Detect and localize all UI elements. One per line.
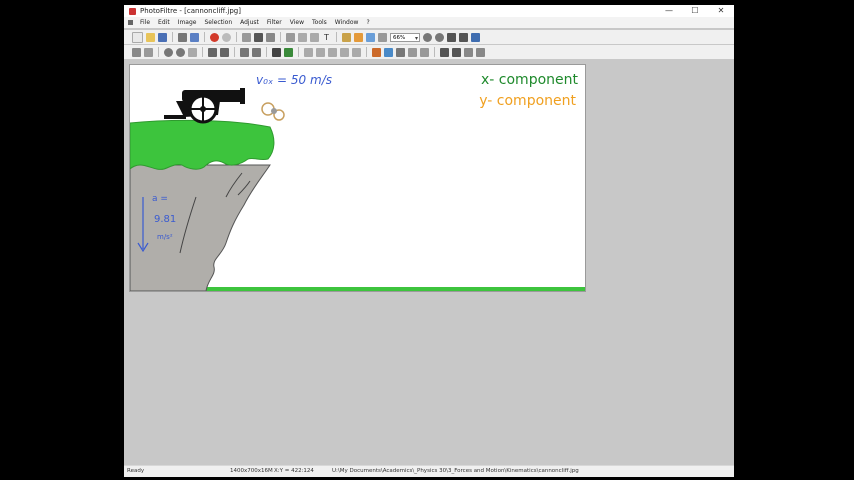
pipette-icon[interactable] [208, 47, 217, 57]
histogram-icon[interactable] [396, 47, 405, 57]
cut-icon[interactable] [242, 32, 251, 42]
main-toolbar: T 66% [124, 30, 734, 44]
batch-icon[interactable] [366, 32, 375, 42]
menu-window[interactable]: Window [331, 17, 363, 28]
velocity-label: v₀ₓ = 50 m/s [256, 73, 332, 87]
legend-x-component: x- component [481, 72, 578, 88]
workspace: v₀ₓ = 50 m/s x- component y- component a… [124, 60, 734, 465]
status-bar: Ready 1400x700x16M X:Y = 422:124 U:\My D… [124, 465, 734, 477]
minimize-button[interactable]: — [656, 5, 682, 17]
menu-image[interactable]: Image [174, 17, 201, 28]
status-image-size: 1400x700x16M [230, 468, 273, 474]
magnify-2-icon[interactable] [176, 47, 185, 57]
filter-icon[interactable] [342, 32, 351, 42]
menu-help[interactable]: ? [362, 17, 373, 28]
menu-filter[interactable]: Filter [263, 17, 286, 28]
cliff-rock [130, 164, 271, 291]
palette-icon[interactable] [420, 47, 429, 57]
copy-icon[interactable] [254, 32, 263, 42]
image-toolbar [124, 45, 734, 59]
gamma-icon[interactable] [340, 47, 349, 57]
grass-top [130, 119, 275, 170]
status-file-path: U:\My Documents\Academics\_Physics 30\3_… [332, 468, 579, 474]
magnify-icon[interactable] [164, 47, 173, 57]
menu-bar: File Edit Image Selection Adjust Filter … [124, 17, 734, 28]
document-menu-icon[interactable] [124, 17, 136, 28]
color-icon[interactable] [372, 47, 381, 57]
status-ready: Ready [127, 468, 145, 474]
title-bar: PhotoFiltre - [cannoncliff.jpg] — ☐ ✕ [124, 5, 734, 17]
greyscale-icon[interactable] [384, 47, 393, 57]
accel-unit: m/s² [157, 233, 173, 241]
export-icon[interactable] [464, 47, 473, 57]
photofiltre-window: PhotoFiltre - [cannoncliff.jpg] — ☐ ✕ Fi… [124, 5, 734, 477]
redo-icon[interactable] [222, 32, 231, 42]
ground-line [205, 287, 585, 291]
accel-value: 9.81 [154, 214, 176, 225]
mask-icon[interactable] [284, 47, 293, 57]
paste-icon[interactable] [266, 32, 275, 42]
grid-icon[interactable] [144, 47, 153, 57]
menu-selection[interactable]: Selection [200, 17, 236, 28]
menu-edit[interactable]: Edit [154, 17, 174, 28]
flip-icon[interactable] [272, 47, 281, 57]
fit-window-icon[interactable] [447, 32, 456, 42]
rotate-left-icon[interactable] [240, 47, 249, 57]
close-button[interactable]: ✕ [708, 5, 734, 17]
sharpen-icon[interactable] [352, 47, 361, 57]
canvas-size-icon[interactable] [310, 32, 319, 42]
cannon [164, 88, 245, 124]
status-cursor-coords: X:Y = 422:124 [274, 468, 314, 474]
text-tool-icon[interactable]: T [322, 33, 331, 42]
zoom-in-icon[interactable] [423, 32, 432, 42]
settings-icon[interactable] [476, 47, 485, 57]
maximize-button[interactable]: ☐ [682, 5, 708, 17]
scan-icon[interactable] [190, 32, 199, 42]
menu-file[interactable]: File [136, 17, 154, 28]
save-icon[interactable] [158, 32, 167, 42]
menu-tools[interactable]: Tools [308, 17, 331, 28]
layers-icon[interactable] [408, 47, 417, 57]
distribute-icon[interactable] [452, 47, 461, 57]
brightness-icon[interactable] [304, 47, 313, 57]
print-icon[interactable] [178, 32, 187, 42]
zoom-select[interactable]: 66% [390, 32, 420, 43]
effects-icon[interactable] [354, 32, 363, 42]
align-icon[interactable] [440, 47, 449, 57]
menu-adjust[interactable]: Adjust [236, 17, 263, 28]
legend-y-component: y- component [479, 93, 576, 109]
hand-icon[interactable] [188, 47, 197, 57]
full-screen-icon[interactable] [471, 32, 480, 42]
accel-symbol: a = [152, 194, 168, 204]
contrast-icon[interactable] [316, 47, 325, 57]
image-size-icon[interactable] [298, 32, 307, 42]
new-icon[interactable] [132, 31, 143, 43]
menu-view[interactable]: View [286, 17, 308, 28]
saturation-icon[interactable] [328, 47, 337, 57]
image-canvas[interactable]: v₀ₓ = 50 m/s x- component y- component a… [129, 64, 586, 292]
window-title: PhotoFiltre - [cannoncliff.jpg] [140, 7, 241, 15]
transform-icon[interactable] [132, 47, 141, 57]
duplicate-icon[interactable] [286, 32, 295, 42]
actual-size-icon[interactable] [459, 32, 468, 42]
undo-icon[interactable] [210, 32, 219, 42]
open-icon[interactable] [146, 32, 155, 42]
frame-icon[interactable] [378, 32, 387, 42]
app-icon [129, 8, 136, 15]
zoom-out-icon[interactable] [435, 32, 444, 42]
rotate-right-icon[interactable] [252, 47, 261, 57]
pen-icon[interactable] [220, 47, 229, 57]
cannonball-sketch [261, 102, 285, 121]
